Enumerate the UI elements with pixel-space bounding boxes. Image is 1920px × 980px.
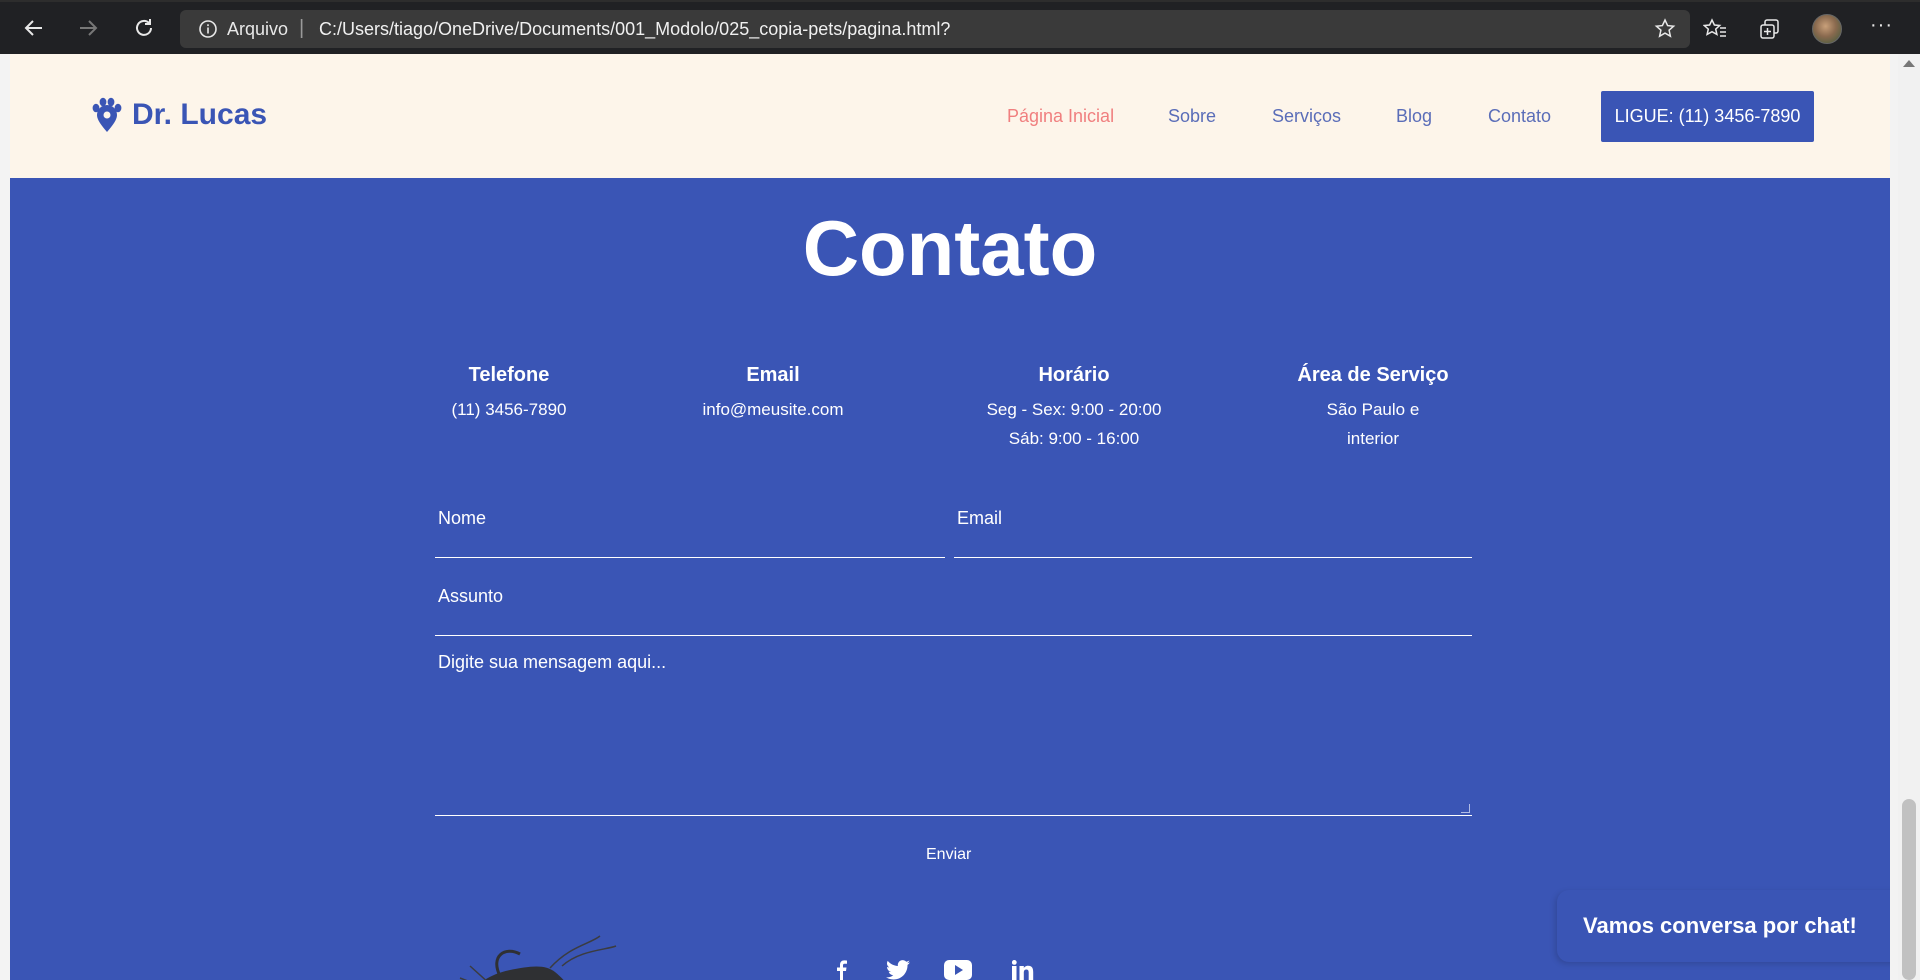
reload-button[interactable] — [128, 12, 160, 44]
dog-image — [459, 935, 617, 980]
info-heading: Horário — [1038, 364, 1110, 386]
favorites-icon[interactable] — [1700, 14, 1730, 44]
name-placeholder: Nome — [438, 508, 487, 528]
linkedin-icon[interactable] — [1012, 960, 1034, 980]
facebook-icon[interactable] — [832, 960, 852, 980]
contact-section: Contato Telefone (11) 3456-7890 Email in… — [10, 178, 1890, 980]
info-line: Sáb: 9:00 - 16:00 — [1008, 429, 1140, 448]
info-email: Email info@meusite.com — [663, 364, 883, 424]
info-heading: Área de Serviço — [1297, 364, 1449, 386]
back-button[interactable] — [18, 12, 50, 44]
arrow-right-icon — [80, 20, 98, 36]
nav-services[interactable]: Serviços — [1272, 106, 1341, 127]
message-textarea[interactable]: Digite sua mensagem aqui... — [435, 652, 1472, 816]
youtube-icon[interactable] — [944, 960, 972, 980]
message-placeholder: Digite sua mensagem aqui... — [438, 652, 667, 672]
name-field[interactable]: Nome — [435, 508, 945, 558]
forward-button[interactable] — [72, 12, 104, 44]
reload-icon — [136, 19, 152, 36]
info-phone: Telefone (11) 3456-7890 — [399, 364, 619, 424]
nav-blog[interactable]: Blog — [1396, 106, 1432, 127]
address-bar[interactable]: Arquivo | C:/Users/tiago/OneDrive/Docume… — [180, 10, 1690, 48]
twitter-icon[interactable] — [886, 960, 910, 980]
url-text[interactable]: C:/Users/tiago/OneDrive/Documents/001_Mo… — [319, 19, 950, 40]
nav-home[interactable]: Página Inicial — [1007, 106, 1114, 127]
paw-pin-icon — [92, 97, 122, 132]
email-field[interactable]: Email — [954, 508, 1472, 558]
vertical-scrollbar[interactable] — [1898, 54, 1920, 980]
nav-about[interactable]: Sobre — [1168, 106, 1216, 127]
section-title: Contato — [802, 204, 1098, 292]
info-heading: Email — [746, 364, 800, 386]
collections-icon[interactable] — [1755, 14, 1785, 44]
site-header: Dr. Lucas Página Inicial Sobre Serviços … — [10, 54, 1890, 178]
scrollbar-thumb[interactable] — [1902, 799, 1916, 980]
info-heading: Telefone — [468, 364, 550, 386]
add-favorite-icon[interactable] — [1654, 18, 1676, 45]
subject-placeholder: Assunto — [438, 586, 504, 606]
info-line: interior — [1347, 429, 1399, 448]
arrow-left-icon — [24, 20, 42, 36]
scroll-up-icon[interactable] — [1903, 60, 1915, 67]
address-divider: | — [299, 17, 305, 39]
browser-toolbar: Arquivo | C:/Users/tiago/OneDrive/Docume… — [0, 0, 1920, 54]
logo-text: Dr. Lucas — [132, 98, 268, 131]
subject-field[interactable]: Assunto — [435, 586, 1472, 636]
info-line: São Paulo e — [1326, 400, 1420, 419]
info-line: info@meusite.com — [702, 400, 844, 419]
email-placeholder: Email — [957, 508, 1003, 528]
profile-avatar[interactable] — [1812, 14, 1842, 44]
site-logo[interactable]: Dr. Lucas — [90, 97, 267, 133]
submit-button[interactable]: Enviar — [926, 846, 971, 864]
more-menu-icon[interactable]: ··· — [1870, 14, 1893, 37]
chat-button[interactable]: Vamos conversa por chat! — [1557, 890, 1890, 962]
info-area: Área de Serviço São Paulo e interior — [1263, 364, 1483, 453]
webpage: Dr. Lucas Página Inicial Sobre Serviços … — [10, 54, 1890, 980]
info-line: (11) 3456-7890 — [451, 400, 567, 419]
info-hours: Horário Seg - Sex: 9:00 - 20:00 Sáb: 9:0… — [964, 364, 1184, 453]
info-line: Seg - Sex: 9:00 - 20:00 — [986, 400, 1162, 419]
nav-contact[interactable]: Contato — [1488, 106, 1551, 127]
resize-handle-icon[interactable] — [1461, 804, 1470, 813]
info-icon[interactable] — [198, 19, 218, 44]
call-button[interactable]: LIGUE: (11) 3456-7890 — [1601, 91, 1814, 142]
security-label[interactable]: Arquivo — [227, 19, 288, 40]
